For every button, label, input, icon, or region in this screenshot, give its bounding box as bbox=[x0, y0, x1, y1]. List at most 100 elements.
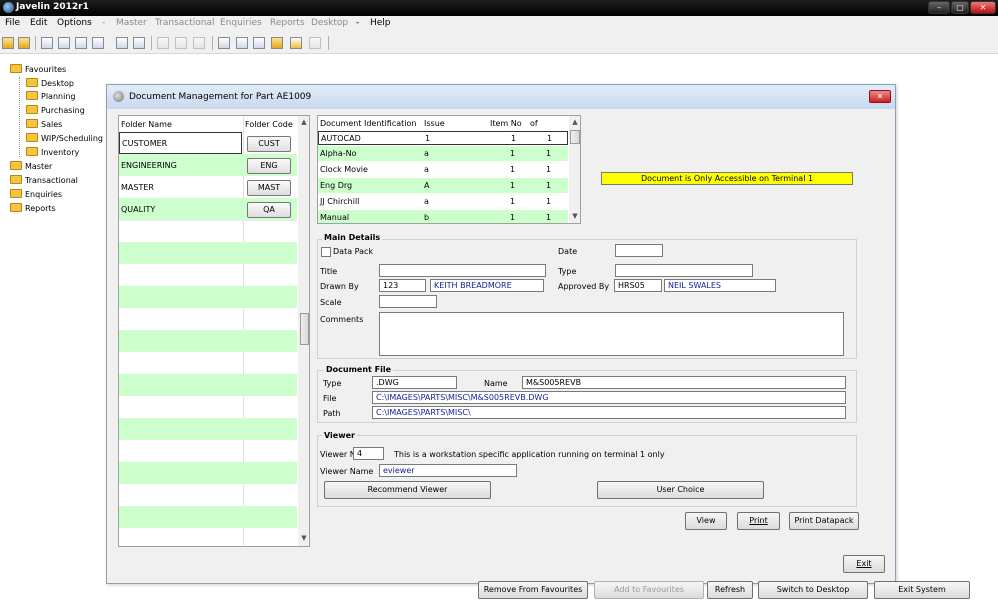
open-folder-icon[interactable] bbox=[2, 37, 14, 49]
lock-open-icon[interactable] bbox=[271, 37, 283, 49]
tree-item-enquiries[interactable]: Enquiries bbox=[10, 189, 62, 203]
column-header-issue[interactable]: Issue bbox=[422, 116, 482, 130]
remove-from-favourites-button[interactable]: Remove From Favourites bbox=[478, 581, 588, 599]
switch-to-desktop-button[interactable]: Switch to Desktop bbox=[758, 581, 868, 599]
drawn-by-name-field[interactable]: KEITH BREADMORE bbox=[430, 279, 544, 292]
link-icon[interactable] bbox=[218, 37, 230, 49]
scroll-up-icon[interactable]: ▲ bbox=[569, 118, 580, 126]
menu-edit[interactable]: Edit bbox=[30, 18, 47, 28]
scroll-down-icon[interactable]: ▼ bbox=[298, 534, 309, 542]
column-header-of[interactable]: of bbox=[528, 116, 558, 130]
detail-form-icon[interactable] bbox=[116, 37, 128, 49]
tree-item-purchasing[interactable]: Purchasing bbox=[26, 105, 85, 119]
menu-master[interactable]: Master bbox=[116, 18, 147, 28]
recommend-viewer-button[interactable]: Recommend Viewer bbox=[324, 481, 491, 499]
scroll-up-icon[interactable]: ▲ bbox=[298, 118, 309, 126]
viewer-name-field[interactable]: eviewer bbox=[379, 464, 517, 477]
menu-transactional[interactable]: Transactional bbox=[155, 18, 215, 28]
folder-code-button-mast[interactable]: MAST bbox=[247, 180, 291, 196]
disabled-notes-icon[interactable] bbox=[193, 37, 205, 49]
file-type-field[interactable]: .DWG bbox=[372, 376, 457, 389]
folder-name-cell: CUSTOMER bbox=[119, 132, 242, 154]
import-icon[interactable] bbox=[253, 37, 265, 49]
list-form-icon[interactable] bbox=[75, 37, 87, 49]
disabled-save-icon[interactable] bbox=[157, 37, 169, 49]
open-file-icon[interactable] bbox=[18, 37, 30, 49]
print-datapack-button[interactable]: Print Datapack bbox=[789, 512, 859, 530]
tree-label: WIP/Scheduling bbox=[41, 134, 103, 143]
type-field[interactable] bbox=[615, 264, 753, 277]
table-row[interactable]: AUTOCAD 1 1 1 bbox=[318, 131, 568, 145]
column-header-item-no[interactable]: Item No bbox=[488, 116, 526, 130]
folder-icon bbox=[26, 78, 38, 87]
split-form-icon[interactable] bbox=[58, 37, 70, 49]
menu-separator-2: - bbox=[356, 18, 360, 28]
tree-item-wip-scheduling[interactable]: WIP/Scheduling bbox=[26, 133, 103, 147]
column-header-folder-name[interactable]: Folder Name bbox=[119, 117, 241, 131]
view-button[interactable]: View bbox=[685, 512, 727, 530]
menu-reports[interactable]: Reports bbox=[270, 18, 305, 28]
path-field[interactable]: C:\IMAGES\PARTS\MISC\ bbox=[372, 406, 846, 419]
grid-form-icon[interactable] bbox=[92, 37, 104, 49]
user-choice-button[interactable]: User Choice bbox=[597, 481, 764, 499]
folder-code-button-qa[interactable]: QA bbox=[247, 202, 291, 218]
comments-textarea[interactable] bbox=[379, 312, 844, 356]
dialog-close-button[interactable]: ✕ bbox=[869, 90, 891, 103]
refresh-button[interactable]: Refresh bbox=[707, 581, 753, 599]
date-field[interactable] bbox=[615, 244, 663, 257]
approved-by-code-field[interactable]: HRS05 bbox=[614, 279, 662, 292]
new-window-icon[interactable] bbox=[309, 37, 321, 49]
tree-item-master[interactable]: Master bbox=[10, 161, 52, 175]
print-button[interactable]: Print bbox=[737, 512, 780, 530]
list-icon[interactable] bbox=[133, 37, 145, 49]
empty-row bbox=[119, 528, 297, 546]
empty-row bbox=[119, 484, 297, 506]
dialog-title-bar: Document Management for Part AE1009 ✕ bbox=[107, 85, 895, 109]
scale-field[interactable] bbox=[379, 295, 437, 308]
scroll-thumb[interactable] bbox=[570, 130, 580, 144]
column-header-document-identification[interactable]: Document Identification bbox=[318, 116, 420, 130]
tree-item-transactional[interactable]: Transactional bbox=[10, 175, 78, 189]
drawn-by-code-field[interactable]: 123 bbox=[379, 279, 426, 292]
folder-code-button-eng[interactable]: ENG bbox=[247, 158, 291, 174]
add-to-favourites-button[interactable]: Add to Favourites bbox=[594, 581, 704, 599]
viewer-no-field[interactable]: 4 bbox=[353, 447, 384, 460]
tree-item-inventory[interactable]: Inventory bbox=[26, 147, 79, 161]
file-name-field[interactable]: M&S005REVB bbox=[522, 376, 846, 389]
close-window-button[interactable]: ✕ bbox=[970, 1, 996, 14]
column-header-folder-code[interactable]: Folder Code bbox=[243, 117, 297, 131]
menu-enquiries[interactable]: Enquiries bbox=[220, 18, 262, 28]
table-row[interactable]: Manual b 1 1 bbox=[318, 210, 568, 223]
tree-item-reports[interactable]: Reports bbox=[10, 203, 56, 217]
tree-label: Transactional bbox=[25, 176, 78, 185]
menu-help[interactable]: Help bbox=[370, 18, 391, 28]
exit-button[interactable]: Exit bbox=[843, 555, 885, 573]
export-icon[interactable] bbox=[236, 37, 248, 49]
disabled-table-icon[interactable] bbox=[175, 37, 187, 49]
empty-row bbox=[119, 462, 297, 484]
table-row[interactable]: Clock Movie a 1 1 bbox=[318, 162, 568, 177]
scroll-down-icon[interactable]: ▼ bbox=[569, 212, 580, 220]
data-pack-checkbox[interactable] bbox=[321, 247, 331, 257]
splitter-handle[interactable] bbox=[300, 313, 309, 345]
document-grid-scrollbar[interactable]: ▲ ▼ bbox=[569, 116, 580, 223]
exit-system-button[interactable]: Exit System bbox=[874, 581, 970, 599]
title-field[interactable] bbox=[379, 264, 546, 277]
table-row[interactable]: JJ Chirchill a 1 1 bbox=[318, 194, 568, 209]
menu-options[interactable]: Options bbox=[57, 18, 92, 28]
folder-code-button-cust[interactable]: CUST bbox=[247, 136, 291, 152]
tree-item-planning[interactable]: Planning bbox=[26, 91, 75, 105]
doc-id-cell: JJ Chirchill bbox=[320, 197, 360, 206]
flag-icon[interactable] bbox=[290, 37, 302, 49]
form-icon[interactable] bbox=[41, 37, 53, 49]
tree-item-favourites[interactable]: Favourites bbox=[10, 64, 66, 78]
table-row[interactable]: Eng Drg A 1 1 bbox=[318, 178, 568, 193]
tree-item-sales[interactable]: Sales bbox=[26, 119, 62, 133]
file-field[interactable]: C:\IMAGES\PARTS\MISC\M&S005REVB.DWG bbox=[372, 391, 846, 404]
maximize-button[interactable]: ▢ bbox=[951, 1, 969, 14]
minimize-button[interactable]: – bbox=[928, 1, 950, 14]
menu-file[interactable]: File bbox=[5, 18, 20, 28]
menu-desktop[interactable]: Desktop bbox=[311, 18, 348, 28]
approved-by-name-field[interactable]: NEIL SWALES bbox=[664, 279, 776, 292]
table-row[interactable]: Alpha-No a 1 1 bbox=[318, 146, 568, 161]
